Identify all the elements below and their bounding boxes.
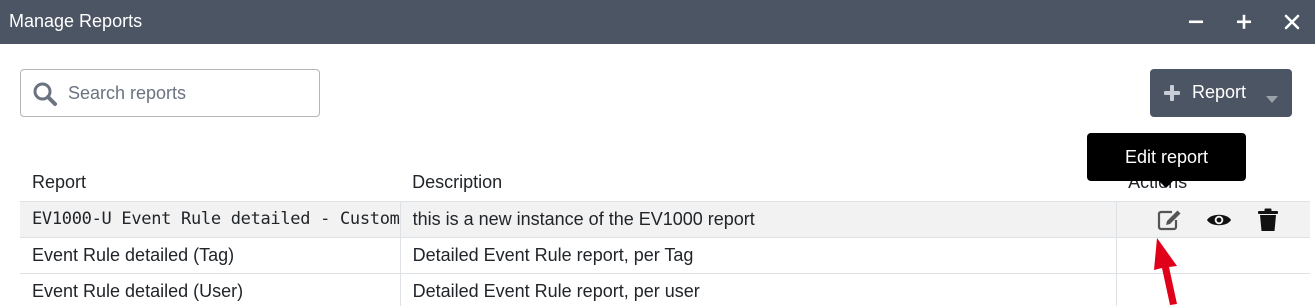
search-box[interactable]: [20, 69, 320, 117]
delete-icon[interactable]: [1257, 208, 1279, 237]
report-name-cell[interactable]: EV1000-U Event Rule detailed - Custom: [20, 201, 401, 238]
table-row[interactable]: EV1000-U Event Rule detailed - Custom th…: [20, 201, 1310, 238]
window-title: Manage Reports: [9, 11, 143, 31]
column-header-description[interactable]: Description: [400, 165, 1117, 202]
report-description-cell: Detailed Event Rule report, per user: [400, 273, 1117, 306]
report-name-cell[interactable]: Event Rule detailed (User): [20, 273, 401, 306]
tooltip-pointer: [1158, 180, 1174, 188]
edit-report-tooltip: Edit report: [1087, 133, 1246, 181]
search-input[interactable]: [68, 78, 308, 108]
maximize-icon[interactable]: [1230, 8, 1258, 36]
column-header-report[interactable]: Report: [20, 165, 401, 202]
reports-table: Report Description Actions EV1000-U Even…: [20, 165, 1310, 306]
add-report-label: Report: [1192, 82, 1247, 102]
close-icon[interactable]: [1278, 8, 1306, 36]
actions-cell: [1116, 237, 1310, 274]
actions-cell: [1116, 273, 1310, 306]
search-icon: [32, 81, 58, 112]
report-description-cell: Detailed Event Rule report, per Tag: [400, 237, 1117, 274]
annotation-arrow-icon: [1150, 236, 1190, 306]
actions-cell: [1116, 201, 1310, 238]
table-row[interactable]: Event Rule detailed (Tag) Detailed Event…: [20, 237, 1310, 274]
add-report-button[interactable]: Report: [1150, 69, 1292, 117]
report-name-cell[interactable]: Event Rule detailed (Tag): [20, 237, 401, 274]
minimize-icon[interactable]: [1182, 8, 1210, 36]
view-icon[interactable]: [1206, 211, 1232, 234]
table-row[interactable]: Event Rule detailed (User) Detailed Even…: [20, 273, 1310, 306]
plus-icon: [1163, 84, 1181, 107]
report-description-cell: this is a new instance of the EV1000 rep…: [400, 201, 1117, 238]
edit-icon[interactable]: [1157, 209, 1183, 236]
caret-down-icon: [1266, 90, 1278, 108]
title-bar: Manage Reports: [0, 0, 1315, 44]
